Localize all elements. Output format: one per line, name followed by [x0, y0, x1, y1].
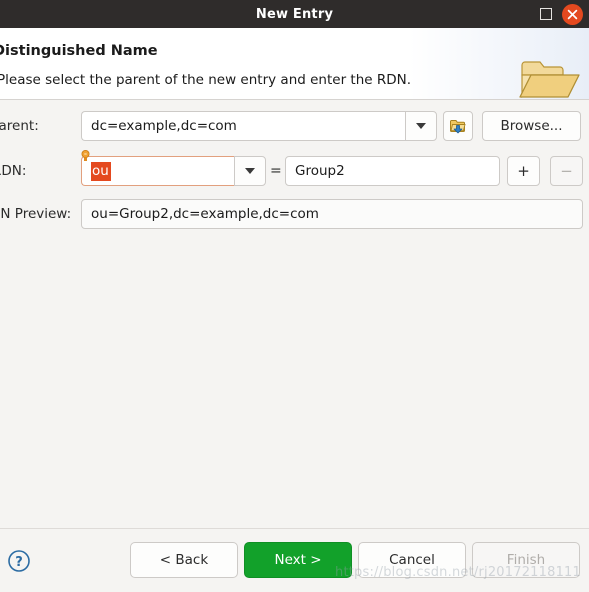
parent-combo-value[interactable]: dc=example,dc=com [81, 111, 405, 141]
parent-browse-button[interactable]: Browse... [482, 111, 581, 141]
finish-button[interactable]: Finish [472, 542, 580, 578]
rdn-remove-button[interactable]: − [550, 156, 583, 186]
window-title: New Entry [255, 6, 334, 22]
minus-icon: − [560, 161, 573, 180]
rdn-label: RDN: [0, 163, 27, 179]
parent-history-button[interactable] [443, 111, 473, 141]
maximize-icon[interactable] [540, 8, 552, 20]
next-button[interactable]: Next > [244, 542, 352, 578]
rdn-type-dropdown[interactable] [234, 156, 266, 186]
rdn-type-value[interactable]: ou [81, 156, 234, 186]
close-button[interactable] [562, 3, 583, 25]
page-title: Distinguished Name [0, 43, 158, 59]
help-circle-icon: ? [8, 550, 30, 572]
parent-row: Parent: dc=example,dc=com Browse... [0, 111, 589, 141]
dn-preview-row: DN Preview: ou=Group2,dc=example,dc=com [0, 199, 589, 229]
close-icon [567, 9, 578, 19]
rdn-type-combo[interactable]: ou [81, 150, 266, 186]
rdn-row: RDN: ou = Group2 + − [0, 150, 589, 186]
dn-preview-label: DN Preview: [0, 206, 72, 222]
back-button[interactable]: < Back [130, 542, 238, 578]
titlebar-buttons [540, 0, 583, 28]
plus-icon: + [517, 161, 530, 180]
chevron-down-icon [416, 123, 426, 129]
parent-combo[interactable]: dc=example,dc=com [81, 111, 437, 141]
folder-up-icon [450, 120, 466, 134]
parent-label: Parent: [0, 118, 39, 134]
parent-combo-dropdown[interactable] [405, 111, 437, 141]
wizard-buttons: < Back Next > Cancel Finish [130, 542, 580, 578]
open-folder-icon [519, 55, 581, 99]
titlebar: New Entry [0, 0, 589, 28]
rdn-value-input[interactable]: Group2 [285, 156, 500, 186]
rdn-add-button[interactable]: + [507, 156, 540, 186]
rdn-equals-sign: = [270, 163, 282, 179]
new-entry-dialog: New Entry Distinguished Name Please sele… [0, 0, 589, 592]
page-subtitle: Please select the parent of the new entr… [0, 72, 412, 88]
dialog-content: Parent: dc=example,dc=com Browse... RDN: [0, 100, 589, 528]
chevron-down-icon [245, 168, 255, 174]
dialog-header: Distinguished Name Please select the par… [0, 28, 589, 100]
svg-text:?: ? [15, 555, 23, 570]
rdn-type-selected-text: ou [91, 161, 111, 181]
lightbulb-icon [81, 150, 90, 161]
help-button[interactable]: ? [7, 549, 31, 577]
dialog-footer: ? < Back Next > Cancel Finish [0, 528, 589, 592]
cancel-button[interactable]: Cancel [358, 542, 466, 578]
dn-preview-value: ou=Group2,dc=example,dc=com [81, 199, 583, 229]
